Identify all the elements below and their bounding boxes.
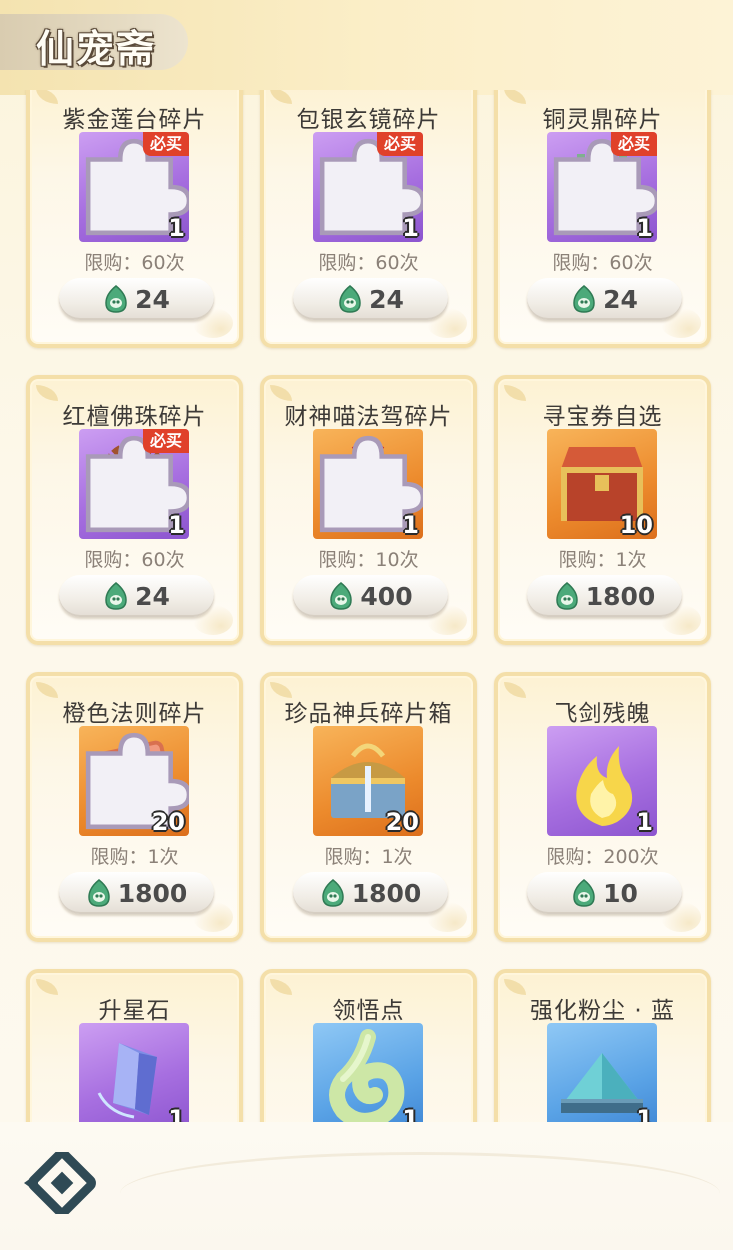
item-thumbnail[interactable]: 必买 1: [547, 132, 657, 242]
price-value: 400: [360, 581, 413, 611]
item-thumbnail[interactable]: 1: [547, 726, 657, 836]
item-name: 铜灵鼎碎片: [542, 107, 663, 133]
shop-item-card[interactable]: 橙色法则碎片?20 限购：1次 1800: [26, 672, 243, 942]
price-value: 10: [603, 878, 638, 908]
price-value: 24: [369, 284, 404, 314]
item-quantity: 1: [402, 214, 419, 242]
purchase-limit: 限购：200次: [546, 846, 659, 868]
item-name: 升星石: [98, 998, 171, 1024]
item-name: 寻宝券自选: [542, 404, 663, 430]
must-buy-badge: 必买: [142, 132, 189, 156]
item-name: 红檀佛珠碎片: [62, 404, 207, 430]
item-name: 财神喵法驾碎片: [284, 404, 453, 430]
item-name: 珍品神兵碎片箱: [284, 701, 453, 727]
purchase-limit: 限购：10次: [318, 549, 419, 571]
shop-grid-viewport[interactable]: 紫金莲台碎片 必买 1 限购：60次 24 包银玄镜碎片 必买 1 限购：60次 24 铜灵鼎碎片必…: [0, 90, 733, 1122]
item-name: 紫金莲台碎片: [62, 107, 207, 133]
shop-item-card[interactable]: 珍品神兵碎片箱 20 限购：1次 1800: [260, 672, 477, 942]
buy-button[interactable]: 1800: [293, 872, 448, 914]
buy-button[interactable]: 400: [293, 575, 448, 617]
item-quantity: 1: [402, 511, 419, 539]
buy-button[interactable]: 24: [527, 278, 682, 320]
purchase-limit: 限购：60次: [84, 549, 185, 571]
item-thumbnail[interactable]: 1: [313, 429, 423, 539]
item-name: 飞剑残魄: [554, 701, 651, 727]
item-quantity: 1: [168, 1105, 185, 1122]
item-thumbnail[interactable]: 1: [79, 1023, 189, 1122]
buy-button[interactable]: 1800: [59, 872, 214, 914]
item-quantity: 1: [402, 1105, 419, 1122]
jade-currency-icon: [330, 582, 353, 610]
item-thumbnail[interactable]: 10: [547, 429, 657, 539]
shop-item-card[interactable]: 红檀佛珠碎片 必买 1 限购：60次 24: [26, 375, 243, 645]
buy-button[interactable]: 10: [527, 872, 682, 914]
buy-button[interactable]: 1800: [527, 575, 682, 617]
shop-item-card[interactable]: 强化粉尘 · 蓝 1: [494, 969, 711, 1122]
price-value: 1800: [351, 878, 422, 908]
purchase-limit: 限购：60次: [84, 252, 185, 274]
must-buy-badge: 必买: [376, 132, 423, 156]
purchase-limit: 限购：60次: [318, 252, 419, 274]
item-quantity: 10: [619, 511, 653, 539]
buy-button[interactable]: 24: [59, 278, 214, 320]
item-quantity: 1: [636, 214, 653, 242]
item-thumbnail[interactable]: 1: [547, 1023, 657, 1122]
item-quantity: 20: [151, 808, 185, 836]
jade-currency-icon: [87, 879, 110, 907]
item-name: 橙色法则碎片: [62, 701, 207, 727]
buy-button[interactable]: 24: [293, 278, 448, 320]
purchase-limit: 限购：1次: [558, 549, 647, 571]
shop-item-card[interactable]: 财神喵法驾碎片 1 限购：10次 400: [260, 375, 477, 645]
price-value: 24: [135, 284, 170, 314]
item-thumbnail[interactable]: 必买 1: [79, 429, 189, 539]
page-title: 仙宠斋: [36, 27, 157, 71]
purchase-limit: 限购：1次: [324, 846, 413, 868]
item-thumbnail[interactable]: 必买 1: [313, 132, 423, 242]
footer-bar: [0, 1122, 733, 1250]
price-value: 24: [603, 284, 638, 314]
price-value: 1800: [585, 581, 656, 611]
item-quantity: 1: [636, 1105, 653, 1122]
jade-currency-icon: [573, 285, 595, 313]
item-quantity: 20: [385, 808, 419, 836]
item-thumbnail[interactable]: 必买 1: [79, 132, 189, 242]
shop-item-card[interactable]: 飞剑残魄 1 限购：200次 10: [494, 672, 711, 942]
jade-currency-icon: [573, 879, 595, 907]
purchase-limit: 限购：60次: [552, 252, 653, 274]
purchase-limit: 限购：1次: [90, 846, 179, 868]
back-icon[interactable]: [22, 1152, 102, 1214]
price-value: 1800: [117, 878, 188, 908]
item-name: 领悟点: [332, 998, 405, 1024]
shop-grid: 紫金莲台碎片 必买 1 限购：60次 24 包银玄镜碎片 必买 1 限购：60次 24 铜灵鼎碎片必…: [26, 90, 716, 1122]
jade-currency-icon: [321, 879, 344, 907]
item-name: 强化粉尘 · 蓝: [530, 998, 675, 1024]
shop-item-card[interactable]: 紫金莲台碎片 必买 1 限购：60次 24: [26, 90, 243, 348]
jade-currency-icon: [339, 285, 361, 313]
item-quantity: 1: [168, 511, 185, 539]
jade-currency-icon: [555, 582, 578, 610]
must-buy-badge: 必买: [142, 429, 189, 453]
must-buy-badge: 必买: [610, 132, 657, 156]
item-name: 包银玄镜碎片: [296, 107, 441, 133]
shop-item-card[interactable]: 升星石 1: [26, 969, 243, 1122]
jade-currency-icon: [105, 285, 127, 313]
shop-item-card[interactable]: 寻宝券自选 10 限购：1次 1800: [494, 375, 711, 645]
price-value: 24: [135, 581, 170, 611]
jade-currency-icon: [105, 582, 127, 610]
item-quantity: 1: [168, 214, 185, 242]
shop-item-card[interactable]: 领悟点 1: [260, 969, 477, 1122]
item-quantity: 1: [636, 808, 653, 836]
item-thumbnail[interactable]: ?20: [79, 726, 189, 836]
shop-item-card[interactable]: 铜灵鼎碎片 必买 1 限购：60次 24: [494, 90, 711, 348]
shop-item-card[interactable]: 包银玄镜碎片 必买 1 限购：60次 24: [260, 90, 477, 348]
item-thumbnail[interactable]: 1: [313, 1023, 423, 1122]
item-thumbnail[interactable]: 20: [313, 726, 423, 836]
buy-button[interactable]: 24: [59, 575, 214, 617]
